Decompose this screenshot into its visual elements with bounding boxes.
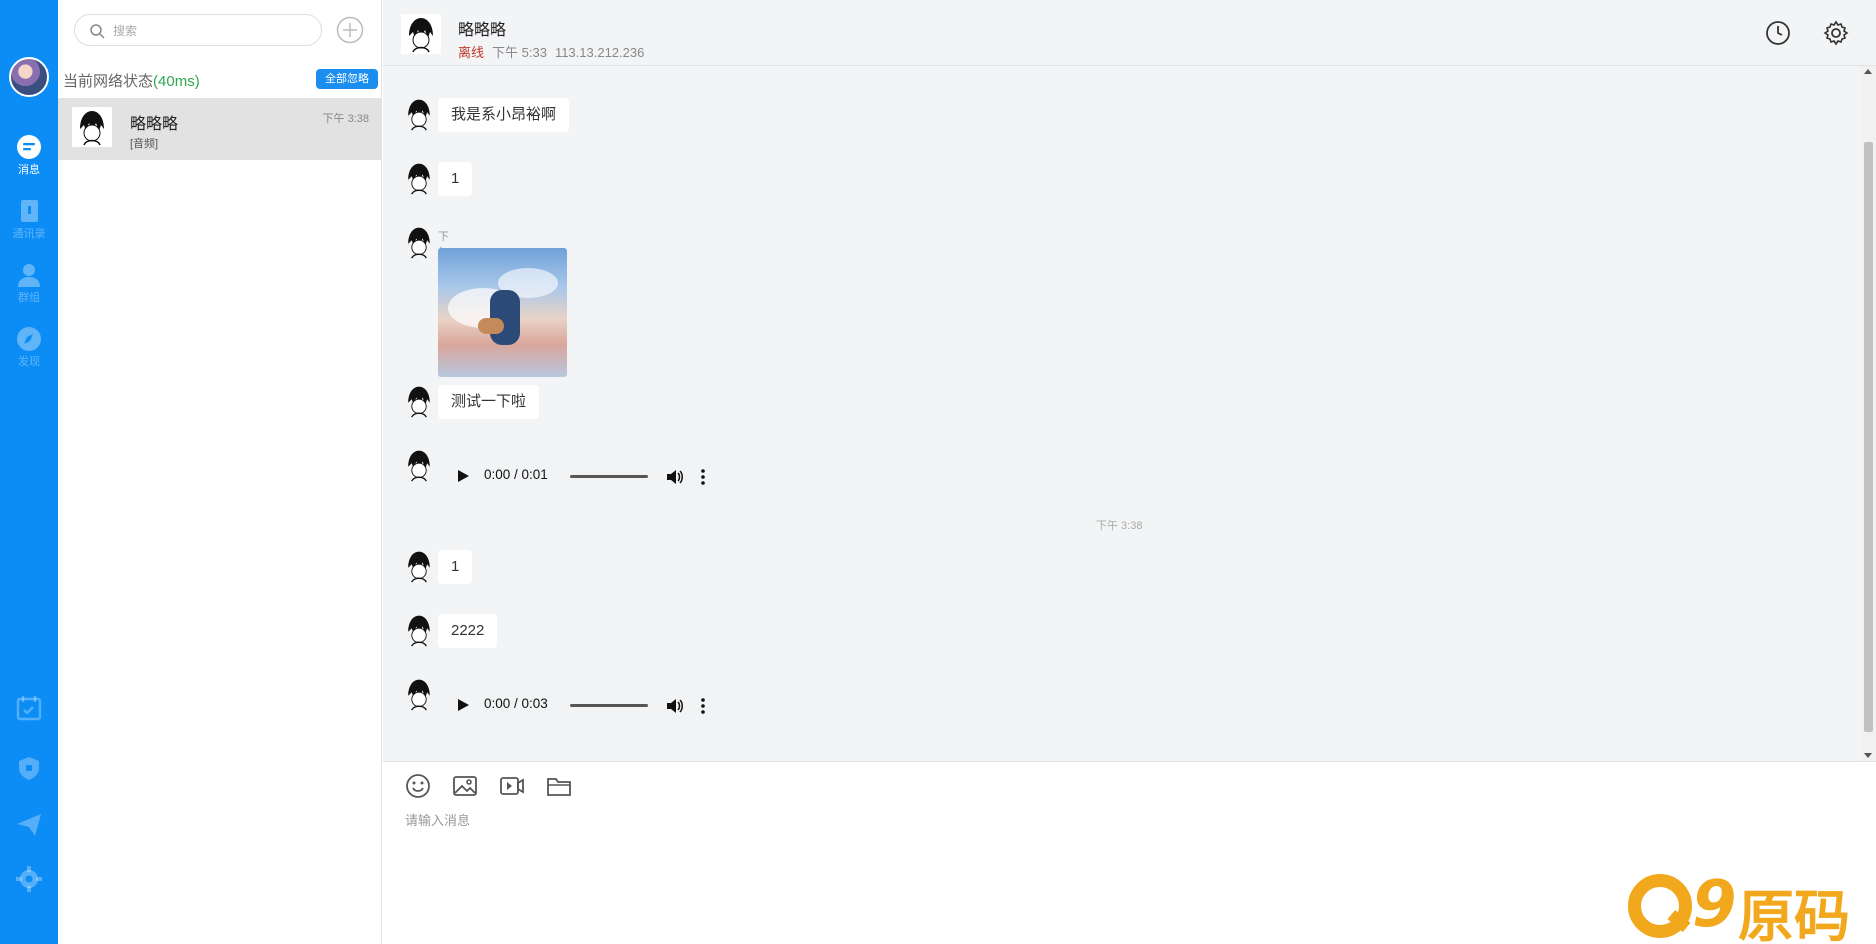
gear-icon[interactable] xyxy=(16,866,42,892)
watermark-nine: 9 xyxy=(1692,868,1737,942)
video-icon[interactable] xyxy=(499,773,525,799)
scroll-up-arrow[interactable] xyxy=(1864,69,1872,74)
message-scrollbar[interactable] xyxy=(1861,66,1876,761)
avatar xyxy=(401,383,437,419)
message-bubble[interactable]: 测试一下啦 xyxy=(438,385,540,419)
ip-address: 113.13.212.236 xyxy=(554,45,645,60)
chat-subtitle: 离线 下午 5:33 113.13.212.236 xyxy=(458,42,644,61)
audio-player: 0:00 / 0:03 xyxy=(438,678,734,732)
status-badge: 离线 xyxy=(458,45,485,60)
watermark-q-shape xyxy=(1628,874,1692,938)
nav-groups[interactable]: 群组 xyxy=(0,262,58,312)
message-bubble[interactable]: 2222 xyxy=(438,614,498,648)
message-bubble[interactable]: 1 xyxy=(438,162,473,196)
folder-icon[interactable] xyxy=(546,773,572,799)
conversation-item[interactable]: 略略略 下午 3:38 [音频] xyxy=(58,98,381,160)
avatar xyxy=(401,676,437,712)
nav-label: 群组 xyxy=(18,292,40,304)
network-status: 当前网络状态(40ms) xyxy=(63,70,200,91)
audio-time: 0:00 / 0:03 xyxy=(484,696,548,711)
add-icon[interactable] xyxy=(336,16,364,44)
avatar xyxy=(72,107,112,147)
conversation-preview: [音频] xyxy=(130,138,159,150)
image-icon[interactable] xyxy=(452,773,478,799)
group-icon xyxy=(18,264,40,287)
nav-label: 发现 xyxy=(18,356,40,368)
message-list[interactable]: 我是系小昂裕啊 1 下午 3:16 测试一下啦 0:00 / 0:01 xyxy=(383,66,1858,761)
chat-title: 略略略 xyxy=(458,22,507,39)
more-options-icon[interactable] xyxy=(700,697,706,715)
last-seen: 下午 5:33 xyxy=(492,45,547,60)
calendar-check-icon[interactable] xyxy=(16,695,42,721)
volume-icon[interactable] xyxy=(666,468,684,486)
conversation-list-panel: 当前网络状态(40ms) 全部忽略 略略略 下午 3:38 [音频] xyxy=(58,0,382,944)
scroll-thumb[interactable] xyxy=(1864,142,1873,732)
avatar xyxy=(401,548,437,584)
message-bubble[interactable]: 我是系小昂裕啊 xyxy=(438,98,570,132)
my-avatar[interactable] xyxy=(9,57,49,97)
search-input[interactable] xyxy=(113,21,313,41)
avatar xyxy=(401,224,437,260)
conversation-time: 下午 3:38 xyxy=(322,113,369,125)
audio-progress-slider[interactable] xyxy=(570,475,648,478)
send-icon[interactable] xyxy=(16,812,42,838)
history-clock-icon[interactable] xyxy=(1765,20,1791,46)
scroll-down-arrow[interactable] xyxy=(1864,753,1872,758)
conversation-name: 略略略 xyxy=(130,116,179,133)
play-icon[interactable] xyxy=(456,469,470,483)
watermark-text: 原码 xyxy=(1738,885,1850,944)
nav-messages[interactable]: 消息 xyxy=(0,134,58,184)
compass-icon xyxy=(17,327,41,351)
nav-label: 通讯录 xyxy=(12,228,46,240)
message-image[interactable] xyxy=(438,248,567,377)
contacts-icon xyxy=(21,200,38,222)
play-icon[interactable] xyxy=(456,698,470,712)
chat-panel: 略略略 离线下午 5:33 113.13.212.236 我是系小昂裕啊 1 下午… xyxy=(383,0,1876,944)
audio-player: 0:00 / 0:01 xyxy=(438,449,734,503)
audio-time: 0:00 / 0:01 xyxy=(484,467,548,482)
left-rail: 消息 通讯录 群组 发现 xyxy=(0,0,58,944)
shield-icon[interactable] xyxy=(16,755,42,781)
nav-contacts[interactable]: 通讯录 xyxy=(0,198,58,248)
avatar xyxy=(401,160,437,196)
network-latency: (40ms) xyxy=(153,73,200,90)
more-options-icon[interactable] xyxy=(700,468,706,486)
avatar xyxy=(401,612,437,648)
network-status-label: 当前网络状态 xyxy=(63,73,154,90)
volume-icon[interactable] xyxy=(666,697,684,715)
avatar[interactable] xyxy=(401,14,441,54)
chat-header: 略略略 离线 下午 5:33 113.13.212.236 xyxy=(383,0,1876,66)
avatar xyxy=(401,96,437,132)
emoji-icon[interactable] xyxy=(405,773,431,799)
time-divider: 下午 3:38 xyxy=(1096,520,1143,532)
watermark-logo: 9 原码 xyxy=(1628,868,1868,944)
message-icon xyxy=(17,135,41,159)
search-icon xyxy=(90,24,105,39)
message-bubble[interactable]: 1 xyxy=(438,550,473,584)
ignore-all-button[interactable]: 全部忽略 xyxy=(316,69,378,89)
avatar xyxy=(401,447,437,483)
nav-discover[interactable]: 发现 xyxy=(0,326,58,376)
message-input[interactable] xyxy=(405,810,1805,930)
audio-progress-slider[interactable] xyxy=(570,704,648,707)
nav-label: 消息 xyxy=(18,164,40,176)
settings-icon[interactable] xyxy=(1823,20,1849,46)
search-box xyxy=(74,14,322,46)
